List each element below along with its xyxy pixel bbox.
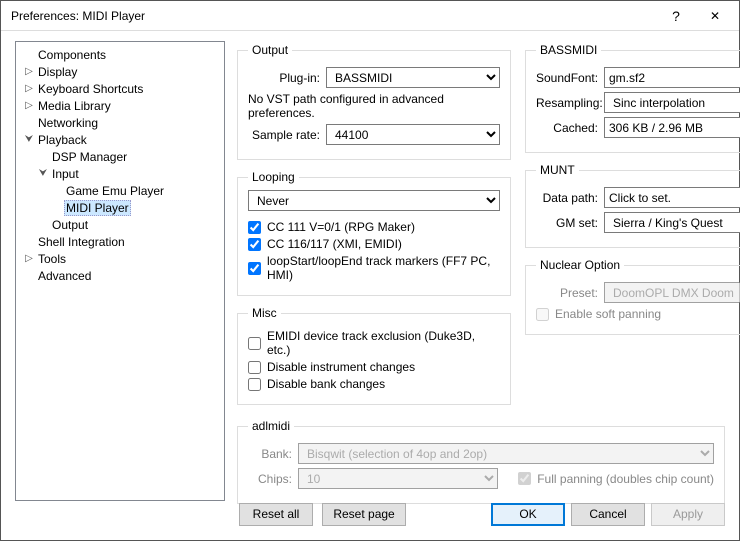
- misc-group: Misc EMIDI device track exclusion (Duke3…: [237, 306, 511, 405]
- tree-item-media[interactable]: ▷Media Library: [16, 97, 224, 114]
- dinst-checkbox[interactable]: [248, 361, 261, 374]
- titlebar: Preferences: MIDI Player ? ✕: [1, 1, 739, 31]
- vst-note: No VST path configured in advanced prefe…: [248, 92, 500, 120]
- loopse-checkbox[interactable]: [248, 262, 261, 275]
- settings-pane: Output Plug-in: BASSMIDI No VST path con…: [237, 41, 725, 490]
- tree-item-input[interactable]: ⮟Input: [16, 165, 224, 182]
- fullpan-checkbox: [518, 472, 531, 485]
- dialog-footer: Reset all Reset page OK Cancel Apply: [1, 492, 739, 540]
- chips-select: 10: [298, 468, 498, 489]
- tree-item-advanced[interactable]: Advanced: [16, 267, 224, 284]
- bassmidi-legend: BASSMIDI: [536, 43, 601, 57]
- emidi-checkbox[interactable]: [248, 337, 261, 350]
- dbank-check[interactable]: Disable bank changes: [248, 377, 500, 391]
- samplerate-select[interactable]: 44100: [326, 124, 500, 145]
- gmset-label: GM set:: [536, 216, 598, 230]
- chevron-right-icon[interactable]: ▷: [22, 66, 36, 77]
- tree-item-gep[interactable]: Game Emu Player: [16, 182, 224, 199]
- plugin-select[interactable]: BASSMIDI: [326, 67, 500, 88]
- bassmidi-group: BASSMIDI SoundFont: Resampling: Sinc int…: [525, 43, 740, 153]
- window-title: Preferences: MIDI Player: [11, 9, 659, 23]
- tree-item-playback[interactable]: ⮟Playback: [16, 131, 224, 148]
- cancel-button[interactable]: Cancel: [571, 503, 645, 526]
- apply-button: Apply: [651, 503, 725, 526]
- cached-field[interactable]: [604, 117, 740, 138]
- looping-group: Looping Never CC 111 V=0/1 (RPG Maker) C…: [237, 170, 511, 296]
- ok-button[interactable]: OK: [491, 503, 565, 526]
- soundfont-label: SoundFont:: [536, 71, 598, 85]
- looping-legend: Looping: [248, 170, 299, 184]
- reset-all-button[interactable]: Reset all: [239, 503, 313, 526]
- softpan-checkbox: [536, 308, 549, 321]
- tree-item-keyboard[interactable]: ▷Keyboard Shortcuts: [16, 80, 224, 97]
- content-area: Components ▷Display ▷Keyboard Shortcuts …: [1, 31, 739, 490]
- misc-legend: Misc: [248, 306, 281, 320]
- resampling-select[interactable]: Sinc interpolation: [604, 92, 740, 113]
- cc111-check[interactable]: CC 111 V=0/1 (RPG Maker): [248, 220, 500, 234]
- datapath-field[interactable]: [604, 187, 740, 208]
- soundfont-field[interactable]: [604, 67, 740, 88]
- chevron-down-icon[interactable]: ⮟: [36, 168, 50, 179]
- chevron-down-icon[interactable]: ⮟: [22, 134, 36, 145]
- fullpan-check: Full panning (doubles chip count): [518, 472, 714, 486]
- output-group: Output Plug-in: BASSMIDI No VST path con…: [237, 43, 511, 160]
- tree-item-dsp[interactable]: DSP Manager: [16, 148, 224, 165]
- bank-label: Bank:: [248, 447, 292, 461]
- output-legend: Output: [248, 43, 292, 57]
- dinst-check[interactable]: Disable instrument changes: [248, 360, 500, 374]
- chevron-right-icon[interactable]: ▷: [22, 253, 36, 264]
- tree-item-components[interactable]: Components: [16, 46, 224, 63]
- chevron-right-icon[interactable]: ▷: [22, 100, 36, 111]
- gmset-select[interactable]: Sierra / King's Quest: [604, 212, 740, 233]
- preset-label: Preset:: [536, 286, 598, 300]
- looping-mode-select[interactable]: Never: [248, 190, 500, 211]
- cc116-checkbox[interactable]: [248, 238, 261, 251]
- munt-group: MUNT Data path: GM set: Sierra / King's …: [525, 163, 740, 248]
- tree-item-midi[interactable]: MIDI Player: [16, 199, 224, 216]
- tree-item-output[interactable]: Output: [16, 216, 224, 233]
- softpan-check: Enable soft panning: [536, 307, 740, 321]
- cc116-check[interactable]: CC 116/117 (XMI, EMIDI): [248, 237, 500, 251]
- resampling-label: Resampling:: [536, 96, 598, 110]
- help-button[interactable]: ?: [659, 2, 693, 30]
- preset-select: DoomOPL DMX Doom: [604, 282, 740, 303]
- nuclear-group: Nuclear Option Preset: DoomOPL DMX Doom …: [525, 258, 740, 335]
- tree-item-tools[interactable]: ▷Tools: [16, 250, 224, 267]
- tree-item-shell[interactable]: Shell Integration: [16, 233, 224, 250]
- emidi-check[interactable]: EMIDI device track exclusion (Duke3D, et…: [248, 329, 500, 357]
- tree-item-networking[interactable]: Networking: [16, 114, 224, 131]
- reset-page-button[interactable]: Reset page: [322, 503, 405, 526]
- datapath-label: Data path:: [536, 191, 598, 205]
- tree-item-display[interactable]: ▷Display: [16, 63, 224, 80]
- close-button[interactable]: ✕: [693, 2, 737, 30]
- bank-select: Bisqwit (selection of 4op and 2op): [298, 443, 714, 464]
- loopse-check[interactable]: loopStart/loopEnd track markers (FF7 PC,…: [248, 254, 500, 282]
- cc111-checkbox[interactable]: [248, 221, 261, 234]
- samplerate-label: Sample rate:: [248, 128, 320, 142]
- dbank-checkbox[interactable]: [248, 378, 261, 391]
- nuclear-legend: Nuclear Option: [536, 258, 624, 272]
- cached-label: Cached:: [536, 121, 598, 135]
- preferences-tree[interactable]: Components ▷Display ▷Keyboard Shortcuts …: [15, 41, 225, 501]
- chevron-right-icon[interactable]: ▷: [22, 83, 36, 94]
- plugin-label: Plug-in:: [248, 71, 320, 85]
- adlmidi-legend: adlmidi: [248, 419, 294, 433]
- munt-legend: MUNT: [536, 163, 579, 177]
- chips-label: Chips:: [248, 472, 292, 486]
